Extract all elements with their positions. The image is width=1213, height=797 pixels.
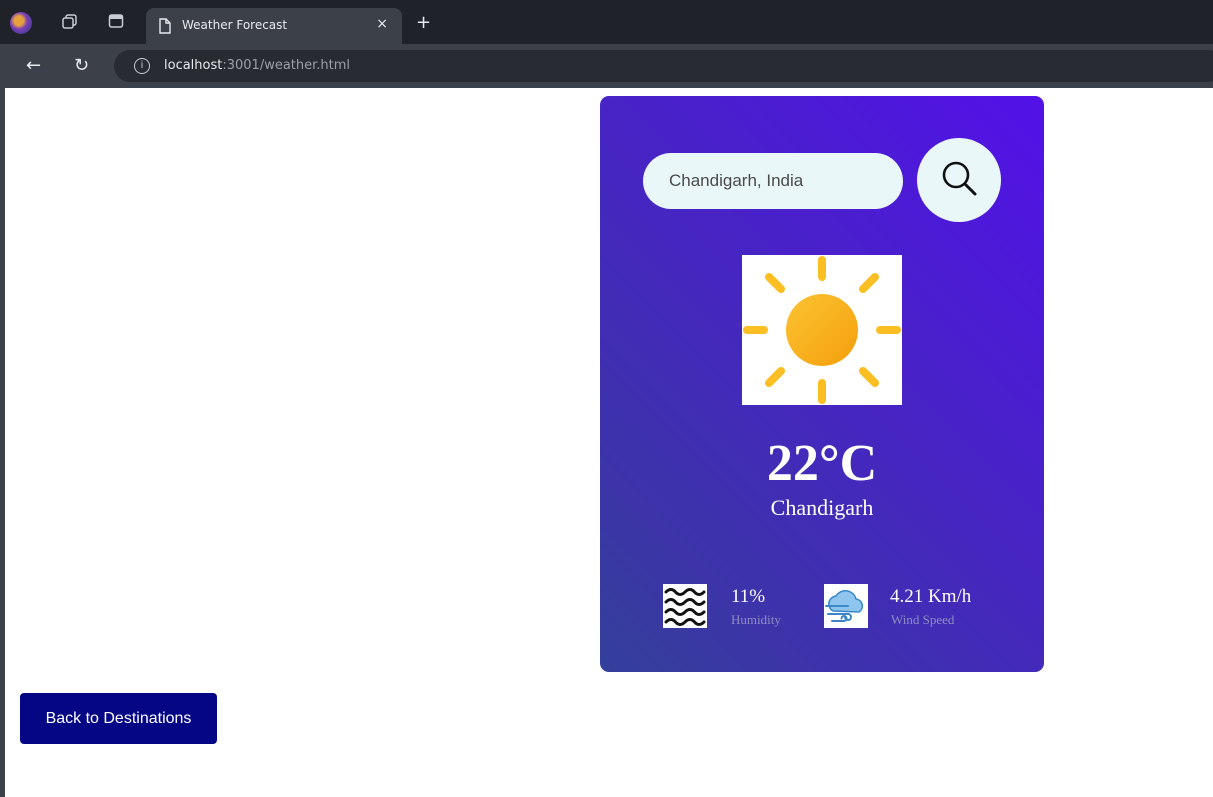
document-icon <box>158 18 172 39</box>
city-name: Chandigarh <box>770 495 874 520</box>
wind-cloud-icon <box>824 584 868 628</box>
humidity-label: Humidity <box>731 612 781 627</box>
new-tab-icon[interactable]: + <box>416 14 431 32</box>
browser-toolbar: ← ↻ i localhost:3001/weather.html <box>0 44 1213 88</box>
profile-avatar[interactable] <box>10 12 32 34</box>
window-edge <box>0 88 8 797</box>
url-path: :3001/weather.html <box>222 58 351 73</box>
back-arrow-icon[interactable]: ← <box>26 56 41 76</box>
wind-speed-value: 4.21 Km/h <box>890 586 972 607</box>
weather-card: 22°C Chandigarh 11% Humidity 4.21 Km/h W… <box>600 96 1044 672</box>
humidity-value: 11% <box>731 586 766 607</box>
workspaces-icon[interactable] <box>60 13 80 33</box>
address-bar[interactable]: i localhost:3001/weather.html <box>114 50 1213 82</box>
url-text[interactable]: localhost:3001/weather.html <box>164 58 350 73</box>
tab-actions-icon[interactable] <box>106 13 126 33</box>
search-icon <box>937 156 981 205</box>
city-search-input[interactable] <box>643 153 903 209</box>
back-to-destinations-button[interactable]: Back to Destinations <box>20 693 217 744</box>
close-tab-icon[interactable]: × <box>376 16 388 32</box>
humidity-waves-icon <box>663 584 707 628</box>
wind-speed-label: Wind Speed <box>891 612 955 627</box>
weather-condition-image <box>742 255 902 405</box>
url-host: localhost <box>164 58 223 73</box>
tab-weather-forecast[interactable]: Weather Forecast × <box>146 8 402 44</box>
tab-title: Weather Forecast <box>182 18 288 32</box>
reload-icon[interactable]: ↻ <box>74 56 89 76</box>
temperature-value: 22°C <box>766 435 878 492</box>
search-button[interactable] <box>917 138 1001 222</box>
sun-icon <box>742 256 902 409</box>
site-info-icon[interactable]: i <box>134 58 150 74</box>
